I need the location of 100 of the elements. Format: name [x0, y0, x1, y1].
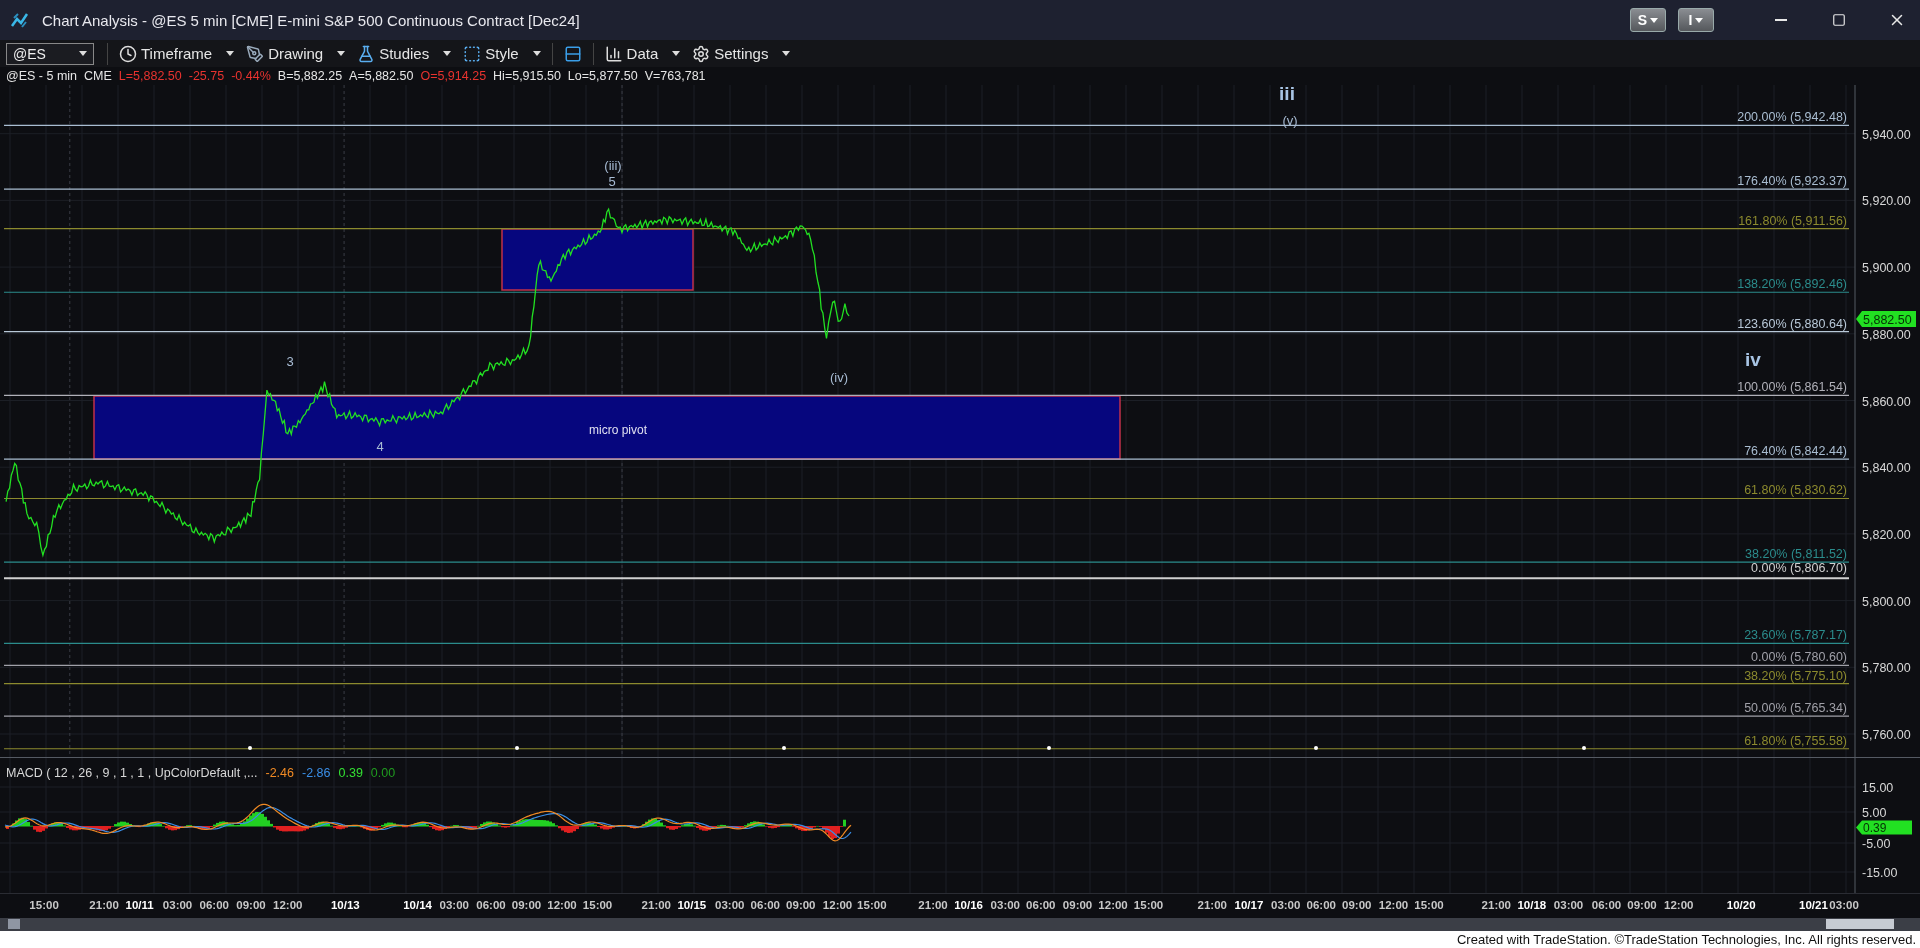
macd-axis-label: 15.00 — [1862, 781, 1894, 796]
wave-label: (iii) — [604, 158, 622, 174]
toolbar-menu-button[interactable]: Data — [600, 41, 685, 66]
time-axis-label: 21:00 — [641, 899, 671, 912]
last-price-tag: 5,882.50 — [1856, 311, 1916, 328]
time-axis-label: 03:00 — [1829, 899, 1859, 912]
quote-value: V=763,781 — [644, 69, 706, 84]
fibonacci-label: 61.80% (5,755.58) — [1744, 733, 1847, 748]
time-axis-label: 06:00 — [750, 899, 780, 912]
bar-chart-icon — [604, 44, 623, 63]
toolbar-menu-button[interactable]: Timeframe — [115, 41, 239, 66]
fibonacci-label: 176.40% (5,923.37) — [1737, 174, 1847, 189]
fibonacci-label: 123.60% (5,880.64) — [1737, 316, 1847, 331]
marker-dot — [515, 746, 519, 751]
marker-dot — [248, 746, 252, 751]
quote-value: Lo=5,877.50 — [567, 69, 638, 84]
time-axis-label: 06:00 — [1306, 899, 1336, 912]
fibonacci-label: 76.40% (5,842.44) — [1744, 444, 1847, 459]
time-axis-label: 10/14 — [403, 899, 432, 912]
fibonacci-label: 200.00% (5,942.48) — [1737, 110, 1847, 125]
time-axis-label: 12:00 — [1378, 899, 1409, 912]
toolbar-menu-button[interactable]: Settings — [688, 41, 795, 66]
clock-icon — [119, 44, 137, 63]
fibonacci-label: 138.20% (5,892.46) — [1737, 277, 1847, 292]
quote-value: -0.44% — [231, 69, 271, 84]
price-axis-label: 5,820.00 — [1862, 528, 1911, 542]
time-axis-label: 03:00 — [1553, 899, 1584, 912]
app-logo-icon — [10, 10, 30, 30]
last-value-tag: 0.39 — [1856, 820, 1912, 836]
time-axis-label: 12:00 — [273, 899, 303, 912]
toolbar-menu-button[interactable]: Style — [459, 41, 545, 66]
quote-value: L=5,882.50 — [118, 69, 182, 84]
quote-value: CME — [84, 69, 112, 84]
time-axis-label: 09:00 — [1342, 899, 1372, 912]
time-axis-label: 21:00 — [918, 899, 948, 912]
fibonacci-label: 50.00% (5,765.34) — [1744, 701, 1847, 716]
caret-icon — [1695, 17, 1704, 23]
indicator-value: 0.00 — [370, 766, 396, 781]
toolbar-menu-button[interactable]: Drawing — [242, 41, 350, 66]
quote-value: A=5,882.50 — [349, 69, 414, 84]
time-axis-label: 09:00 — [1062, 899, 1093, 912]
flask-icon — [357, 44, 376, 63]
time-axis-label: 10/17 — [1234, 899, 1264, 912]
fibonacci-label: 0.00% (5,780.60) — [1751, 650, 1847, 665]
price-axis-label: 5,780.00 — [1862, 661, 1911, 676]
time-axis-label: 15:00 — [582, 899, 613, 912]
caret-icon — [226, 51, 235, 57]
toolbar-menu-button[interactable]: Studies — [353, 41, 456, 66]
time-axis-label: 21:00 — [89, 899, 119, 912]
marker-dot — [782, 746, 786, 751]
window-tool-button[interactable]: S — [1630, 8, 1666, 32]
time-axis-label: 15:00 — [29, 899, 59, 912]
fibonacci-label: 100.00% (5,861.54) — [1737, 380, 1847, 395]
price-axis-label: 5,860.00 — [1862, 394, 1911, 409]
fibonacci-label: 38.20% (5,811.52) — [1745, 547, 1847, 562]
macd-axis-label: 5.00 — [1862, 806, 1887, 821]
caret-icon — [337, 51, 346, 57]
settings-icon — [692, 44, 711, 63]
price-axis-label: 5,880.00 — [1862, 327, 1911, 342]
caret-icon — [1650, 17, 1659, 23]
wave-label: iii — [1279, 85, 1295, 105]
time-axis-label: 03:00 — [990, 899, 1020, 912]
scroll-button[interactable] — [8, 919, 20, 930]
time-axis-label: 10/20 — [1726, 899, 1756, 912]
scroll-thumb[interactable] — [1826, 919, 1894, 930]
quote-value: -25.75 — [188, 69, 225, 84]
time-axis-label: 12:00 — [1664, 899, 1694, 912]
caret-icon — [532, 51, 541, 57]
time-axis-label: 12:00 — [1098, 899, 1128, 912]
caret-icon — [782, 51, 791, 57]
marker-dot — [1314, 746, 1318, 751]
time-axis-label: 10/18 — [1517, 899, 1547, 912]
time-axis-label: 10/13 — [330, 899, 360, 912]
stacked-panels-icon — [563, 44, 582, 63]
time-axis-label: 03:00 — [715, 899, 745, 912]
time-axis-label: 21:00 — [1197, 899, 1227, 912]
copyright-text: Created with TradeStation. ©TradeStation Technologies, Inc. All rights reserved. — [1456, 932, 1916, 948]
time-axis-label: 03:00 — [1271, 899, 1301, 912]
quote-value: O=5,914.25 — [420, 69, 487, 84]
window-tool-button[interactable]: I — [1678, 8, 1714, 32]
zone-label: micro pivot — [589, 423, 647, 438]
price-axis-label: 5,760.00 — [1862, 728, 1911, 743]
fibonacci-label: 38.20% (5,775.10) — [1744, 668, 1847, 683]
dashed-square-icon — [463, 44, 482, 63]
quote-value: B=5,882.25 — [277, 69, 343, 84]
wave-label: 5 — [608, 174, 616, 190]
time-axis-label: 06:00 — [476, 899, 506, 912]
time-axis-label: 12:00 — [822, 899, 853, 912]
price-axis-label: 5,900.00 — [1862, 261, 1911, 276]
pen-icon — [246, 44, 265, 63]
time-axis-label: 15:00 — [1414, 899, 1444, 912]
quote-value: @ES - 5 min — [6, 69, 78, 84]
time-axis-label: 21:00 — [1481, 899, 1511, 912]
time-axis-label: 10/16 — [954, 899, 983, 912]
price-axis-label: 5,940.00 — [1862, 127, 1911, 142]
symbol-dropdown[interactable]: @ES — [6, 42, 94, 65]
time-axis-label: 06:00 — [199, 899, 229, 912]
fibonacci-label: 23.60% (5,787.17) — [1744, 628, 1847, 643]
time-axis-label: 10/21 — [1799, 899, 1828, 912]
wave-label: (iv) — [830, 370, 848, 386]
